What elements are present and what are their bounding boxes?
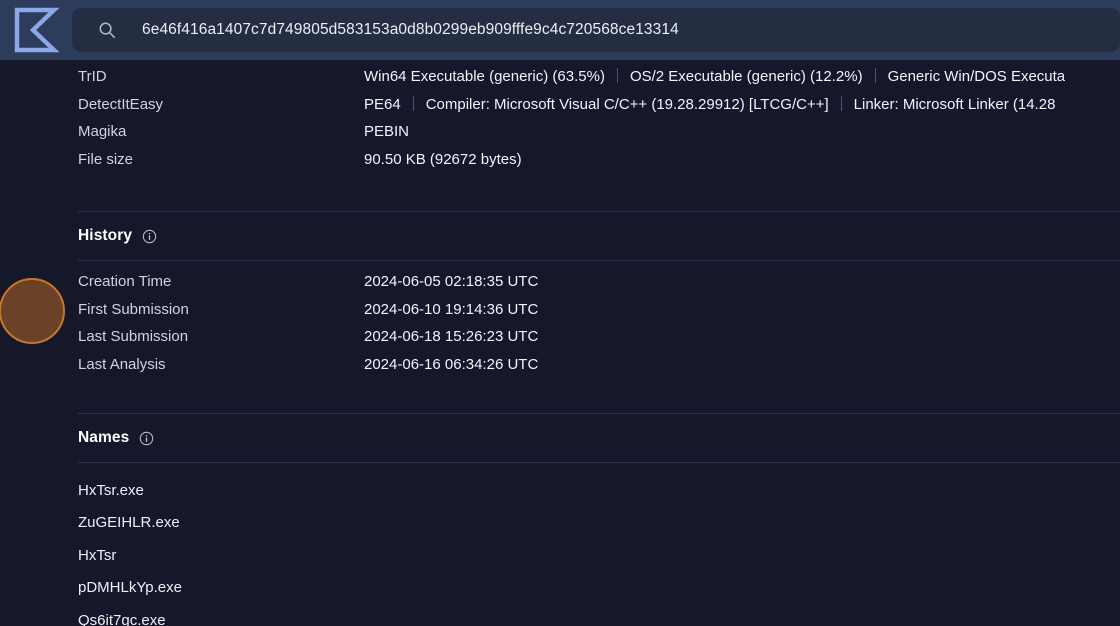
property-label: TrID (62, 68, 364, 85)
info-circle-icon[interactable] (139, 431, 154, 446)
property-value: Win64 Executable (generic) (63.5%) OS/2 E… (364, 68, 1065, 85)
cursor-highlight-circle (0, 278, 65, 344)
history-value: 2024-06-05 02:18:35 UTC (364, 273, 538, 290)
names-section: Names HxTsr.exe ZuGEIHLR.exe HxTsr pDMHL… (62, 413, 1120, 626)
table-row: File size 90.50 KB (92672 bytes) (62, 151, 1120, 179)
property-value: PEBIN (364, 123, 409, 140)
table-row: Last Submission 2024-06-18 15:26:23 UTC (62, 328, 1120, 356)
virustotal-logo[interactable] (0, 0, 72, 60)
search-query-text[interactable]: 6e46f416a1407c7d749805d583153a0d8b0299eb… (142, 21, 679, 39)
value-separator (413, 96, 414, 111)
die-part-1: PE64 (364, 96, 401, 113)
history-list: Creation Time 2024-06-05 02:18:35 UTC Fi… (62, 261, 1120, 383)
file-properties-list: TrID Win64 Executable (generic) (63.5%) O… (62, 60, 1120, 178)
section-title: History (78, 227, 132, 245)
table-row: Creation Time 2024-06-05 02:18:35 UTC (62, 273, 1120, 301)
value-separator (875, 68, 876, 83)
list-item: HxTsr.exe (62, 475, 1120, 507)
history-value: 2024-06-18 15:26:23 UTC (364, 328, 538, 345)
die-part-2: Compiler: Microsoft Visual C/C++ (19.28.… (426, 96, 829, 113)
history-section-header: History (62, 212, 1120, 260)
list-item: Qs6it7gc.exe (62, 605, 1120, 626)
section-title: Names (78, 429, 129, 447)
history-label: First Submission (62, 301, 364, 318)
table-row: TrID Win64 Executable (generic) (63.5%) O… (62, 68, 1120, 96)
value-separator (617, 68, 618, 83)
history-label: Last Submission (62, 328, 364, 345)
history-value: 2024-06-16 06:34:26 UTC (364, 356, 538, 373)
property-label: Magika (62, 123, 364, 140)
table-row: DetectItEasy PE64 Compiler: Microsoft Vis… (62, 96, 1120, 124)
property-value: 90.50 KB (92672 bytes) (364, 151, 522, 168)
property-value: PE64 Compiler: Microsoft Visual C/C++ (19… (364, 96, 1055, 113)
table-row: Magika PEBIN (62, 123, 1120, 151)
list-item: ZuGEIHLR.exe (62, 507, 1120, 539)
list-item: HxTsr (62, 540, 1120, 572)
page-body: TrID Win64 Executable (generic) (63.5%) O… (0, 60, 1120, 626)
history-label: Creation Time (62, 273, 364, 290)
names-section-header: Names (62, 414, 1120, 462)
history-section: History Creation Time 2024-06-05 02:18:3… (62, 211, 1120, 383)
file-names-list: HxTsr.exe ZuGEIHLR.exe HxTsr pDMHLkYp.ex… (62, 463, 1120, 626)
history-label: Last Analysis (62, 356, 364, 373)
property-label: DetectItEasy (62, 96, 364, 113)
trid-part-3: Generic Win/DOS Executa (888, 68, 1066, 85)
info-circle-icon[interactable] (142, 229, 157, 244)
file-details-panel: TrID Win64 Executable (generic) (63.5%) O… (62, 60, 1120, 626)
history-value: 2024-06-10 19:14:36 UTC (364, 301, 538, 318)
table-row: First Submission 2024-06-10 19:14:36 UTC (62, 301, 1120, 329)
list-item: pDMHLkYp.exe (62, 572, 1120, 604)
table-row: Last Analysis 2024-06-16 06:34:26 UTC (62, 356, 1120, 384)
die-part-3: Linker: Microsoft Linker (14.28 (854, 96, 1056, 113)
trid-part-2: OS/2 Executable (generic) (12.2%) (630, 68, 863, 85)
app-header: 6e46f416a1407c7d749805d583153a0d8b0299eb… (0, 0, 1120, 60)
property-label: File size (62, 151, 364, 168)
trid-part-1: Win64 Executable (generic) (63.5%) (364, 68, 605, 85)
value-separator (841, 96, 842, 111)
search-input[interactable]: 6e46f416a1407c7d749805d583153a0d8b0299eb… (72, 8, 1120, 52)
search-icon (98, 21, 116, 39)
